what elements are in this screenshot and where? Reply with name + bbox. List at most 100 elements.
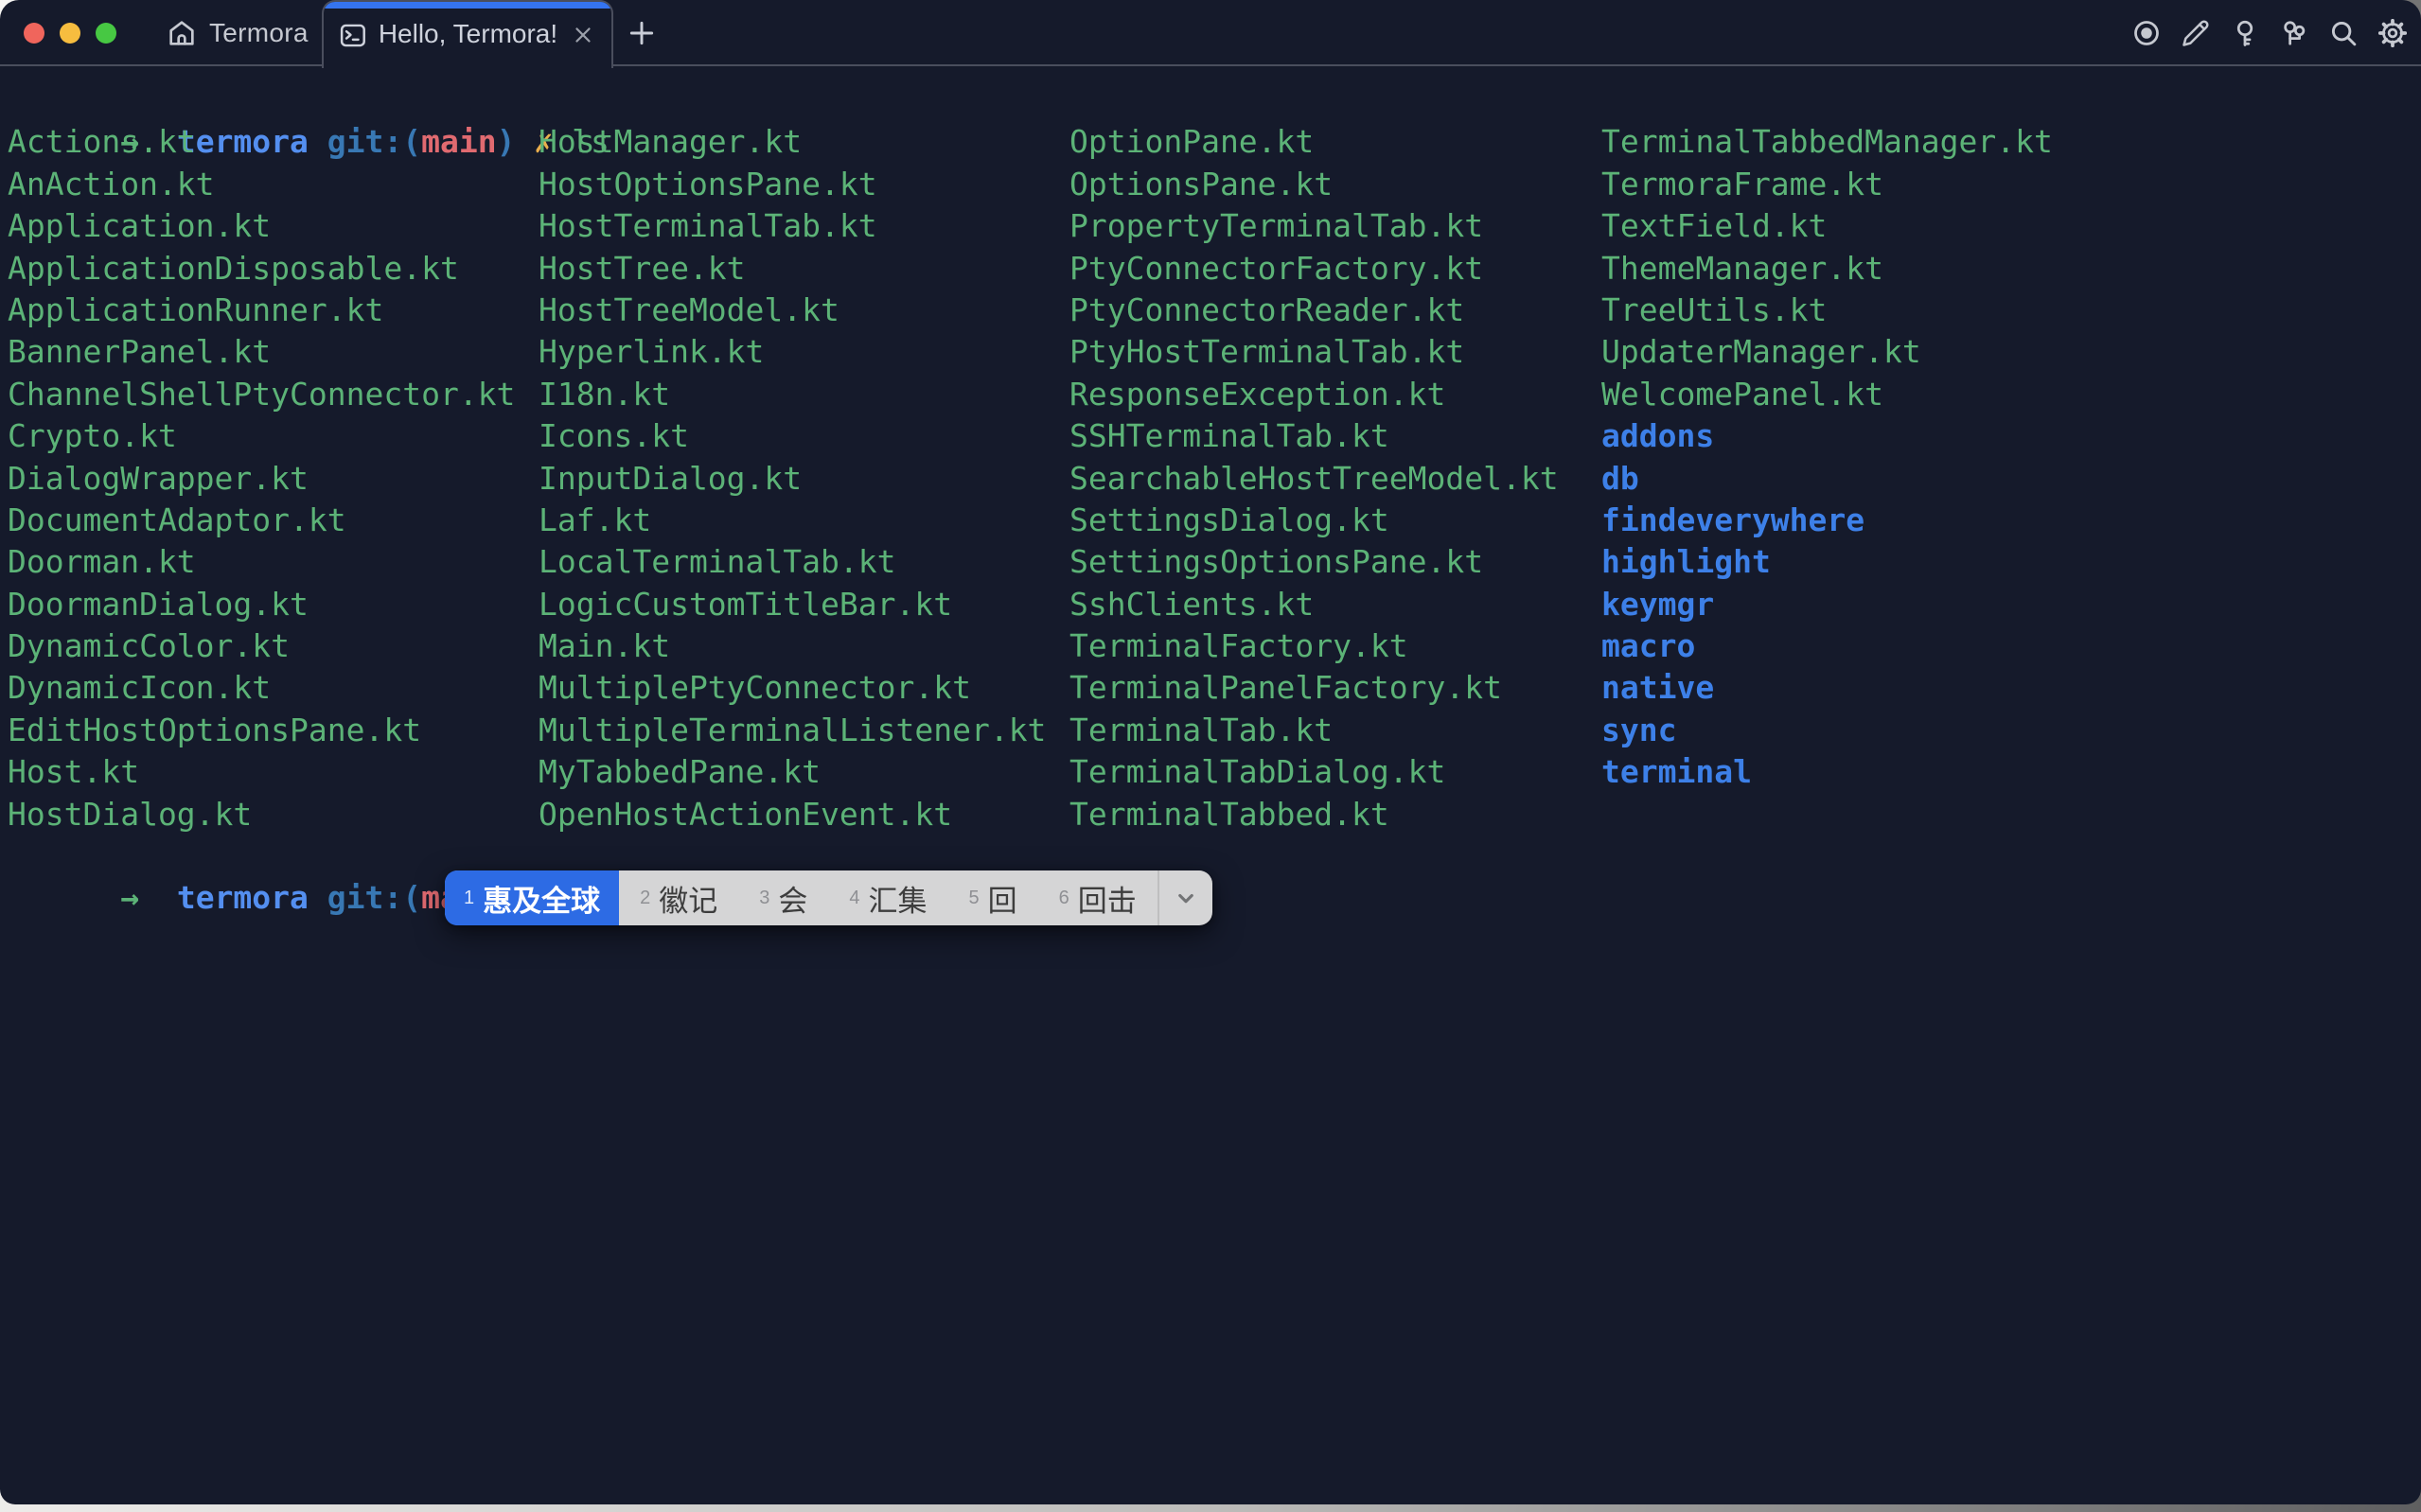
record-button[interactable]: [2131, 18, 2162, 48]
ls-entry-file: UpdaterManager.kt: [1601, 331, 1921, 373]
ls-entry-file: PtyHostTerminalTab.kt: [1069, 331, 1464, 373]
ls-entry-dir: sync: [1601, 710, 1676, 751]
ls-entry-file: TerminalTab.kt: [1069, 710, 1333, 751]
settings-button[interactable]: [2377, 18, 2408, 48]
ime-candidate-index: 1: [464, 888, 474, 909]
ls-entry-file: SettingsDialog.kt: [1069, 500, 1389, 541]
ls-entry-dir: terminal: [1601, 751, 1752, 793]
ls-entry-file: BannerPanel.kt: [8, 331, 271, 373]
minimize-window-button[interactable]: [60, 23, 80, 44]
ls-entry-file: EditHostOptionsPane.kt: [8, 710, 421, 751]
ls-entry-file: LogicCustomTitleBar.kt: [539, 584, 952, 625]
prompt-git-prefix: git:(: [327, 879, 421, 916]
edit-button[interactable]: [2181, 18, 2211, 48]
ime-candidate-text: 徽记: [659, 877, 717, 920]
ls-row: AnAction.ktHostOptionsPane.ktOptionsPane…: [8, 164, 2421, 205]
ls-entry-dir: keymgr: [1601, 584, 1714, 625]
ls-entry-file: SearchableHostTreeModel.kt: [1069, 458, 1559, 500]
ls-row: Crypto.ktIcons.ktSSHTerminalTab.ktaddons: [8, 415, 2421, 457]
tab-hello-termora[interactable]: Hello, Termora!: [322, 0, 613, 68]
ime-candidate-index: 2: [640, 888, 650, 909]
prompt-cwd: termora: [177, 879, 327, 916]
ls-entry-dir: macro: [1601, 625, 1695, 667]
home-button[interactable]: Termora: [167, 0, 309, 66]
ime-candidate-list: 1惠及全球2徽记3会4汇集5回6回击: [445, 870, 1157, 925]
terminal-viewport[interactable]: → termora git:(main) ✗ ls Actions.kt Host…: [0, 68, 2421, 1504]
ime-candidate[interactable]: 6 回击: [1038, 870, 1157, 925]
pencil-icon: [2182, 19, 2210, 47]
ls-entry-file: OptionsPane.kt: [1069, 164, 1333, 205]
app-window: Termora Hello, Termora!: [0, 0, 2421, 1504]
ime-candidate-index: 6: [1059, 888, 1069, 909]
ime-candidate-index: 3: [759, 888, 769, 909]
ls-entry-file: TerminalTabDialog.kt: [1069, 751, 1445, 793]
ls-row: DialogWrapper.ktInputDialog.ktSearchable…: [8, 458, 2421, 500]
ime-candidate[interactable]: 5回: [948, 870, 1038, 925]
ls-entry-file: ResponseException.kt: [1069, 374, 1445, 415]
ls-entry-file: DoormanDialog.kt: [8, 584, 309, 625]
ime-candidate-text: 汇集: [869, 877, 928, 920]
ls-row: ChannelShellPtyConnector.ktI18n.ktRespon…: [8, 374, 2421, 415]
ls-entry-dir: findeverywhere: [1601, 500, 1864, 541]
ls-entry-dir: native: [1601, 667, 1714, 709]
ls-entry-file: ChannelShellPtyConnector.kt: [8, 374, 515, 415]
ls-entry-file: PtyConnectorFactory.kt: [1069, 248, 1483, 290]
ime-candidate-text: 惠及全球: [483, 877, 600, 920]
ls-entry-dir: addons: [1601, 415, 1714, 457]
ls-row: BannerPanel.ktHyperlink.ktPtyHostTermina…: [8, 331, 2421, 373]
ls-entry-file: MultipleTerminalListener.kt: [539, 710, 1046, 751]
search-button[interactable]: [2328, 18, 2359, 48]
ime-candidate[interactable]: 2 徽记: [619, 870, 738, 925]
close-window-button[interactable]: [24, 23, 44, 44]
ls-entry-file: WelcomePanel.kt: [1601, 374, 1883, 415]
ls-row: Doorman.ktLocalTerminalTab.ktSettingsOpt…: [8, 541, 2421, 583]
ls-entry-file: TermoraFrame.kt: [1601, 164, 1883, 205]
ls-entry-file: SSHTerminalTab.kt: [1069, 415, 1389, 457]
ls-entry-file: LocalTerminalTab.kt: [539, 541, 896, 583]
ls-row: EditHostOptionsPane.kt MultipleTerminalLi…: [8, 710, 2421, 751]
ls-entry-file: DocumentAdaptor.kt: [8, 500, 346, 541]
ls-entry-file: Doorman.kt: [8, 541, 196, 583]
ls-entry-file: InputDialog.kt: [539, 458, 802, 500]
ls-entry-file: PtyConnectorReader.kt: [1069, 290, 1464, 331]
key-manager-button[interactable]: [2230, 18, 2260, 48]
ls-row: HostDialog.ktOpenHostActionEvent.ktTermi…: [8, 794, 2421, 835]
ls-entry-file: TextField.kt: [1601, 205, 1827, 247]
ime-expand-button[interactable]: [1159, 870, 1212, 925]
ls-output: Actions.kt HostManager.kt OptionPane.kt Ter…: [8, 121, 2421, 835]
ls-row: Application.ktHostTerminalTab.ktProperty…: [8, 205, 2421, 247]
ls-entry-file: HostManager.kt: [539, 121, 802, 163]
new-tab-button[interactable]: [625, 16, 659, 50]
tab-close-button[interactable]: [569, 21, 596, 49]
ls-entry-file: ApplicationRunner.kt: [8, 290, 383, 331]
ls-entry-file: HostTerminalTab.kt: [539, 205, 877, 247]
zoom-window-button[interactable]: [96, 23, 116, 44]
key-icon: [2231, 19, 2259, 47]
prompt-line-1: → termora git:(main) ✗ ls: [8, 79, 2421, 121]
titlebar[interactable]: Termora Hello, Termora!: [0, 0, 2421, 66]
ls-entry-file: TerminalPanelFactory.kt: [1069, 667, 1502, 709]
ls-row: DynamicIcon.ktMultiplePtyConnector.ktTer…: [8, 667, 2421, 709]
ls-entry-file: TerminalTabbedManager.kt: [1601, 121, 2053, 163]
ls-row: DoormanDialog.ktLogicCustomTitleBar.ktSs…: [8, 584, 2421, 625]
ls-entry-file: Actions.kt: [8, 121, 196, 163]
ls-entry-file: TreeUtils.kt: [1601, 290, 1827, 331]
ime-candidate[interactable]: 1 惠及全球: [445, 870, 619, 925]
ls-entry-file: OptionPane.kt: [1069, 121, 1314, 163]
search-icon: [2329, 19, 2358, 47]
ime-candidate-text: 会: [778, 877, 807, 920]
ls-row: Host.ktMyTabbedPane.ktTerminalTabDialog.…: [8, 751, 2421, 793]
ls-entry-file: Host.kt: [8, 751, 139, 793]
ls-entry-file: Laf.kt: [539, 500, 651, 541]
close-icon: [571, 23, 595, 47]
terminal-icon: [339, 21, 367, 50]
ime-candidate[interactable]: 3会: [738, 870, 828, 925]
traffic-lights: [24, 23, 116, 44]
keychain-button[interactable]: [2279, 18, 2309, 48]
ls-entry-file: Main.kt: [539, 625, 670, 667]
ime-candidate-text: 回击: [1078, 877, 1137, 920]
ls-entry-file: TerminalFactory.kt: [1069, 625, 1408, 667]
branch-icon: [2280, 19, 2308, 47]
ime-candidate[interactable]: 4汇集: [828, 870, 947, 925]
ls-entry-file: HostTreeModel.kt: [539, 290, 839, 331]
